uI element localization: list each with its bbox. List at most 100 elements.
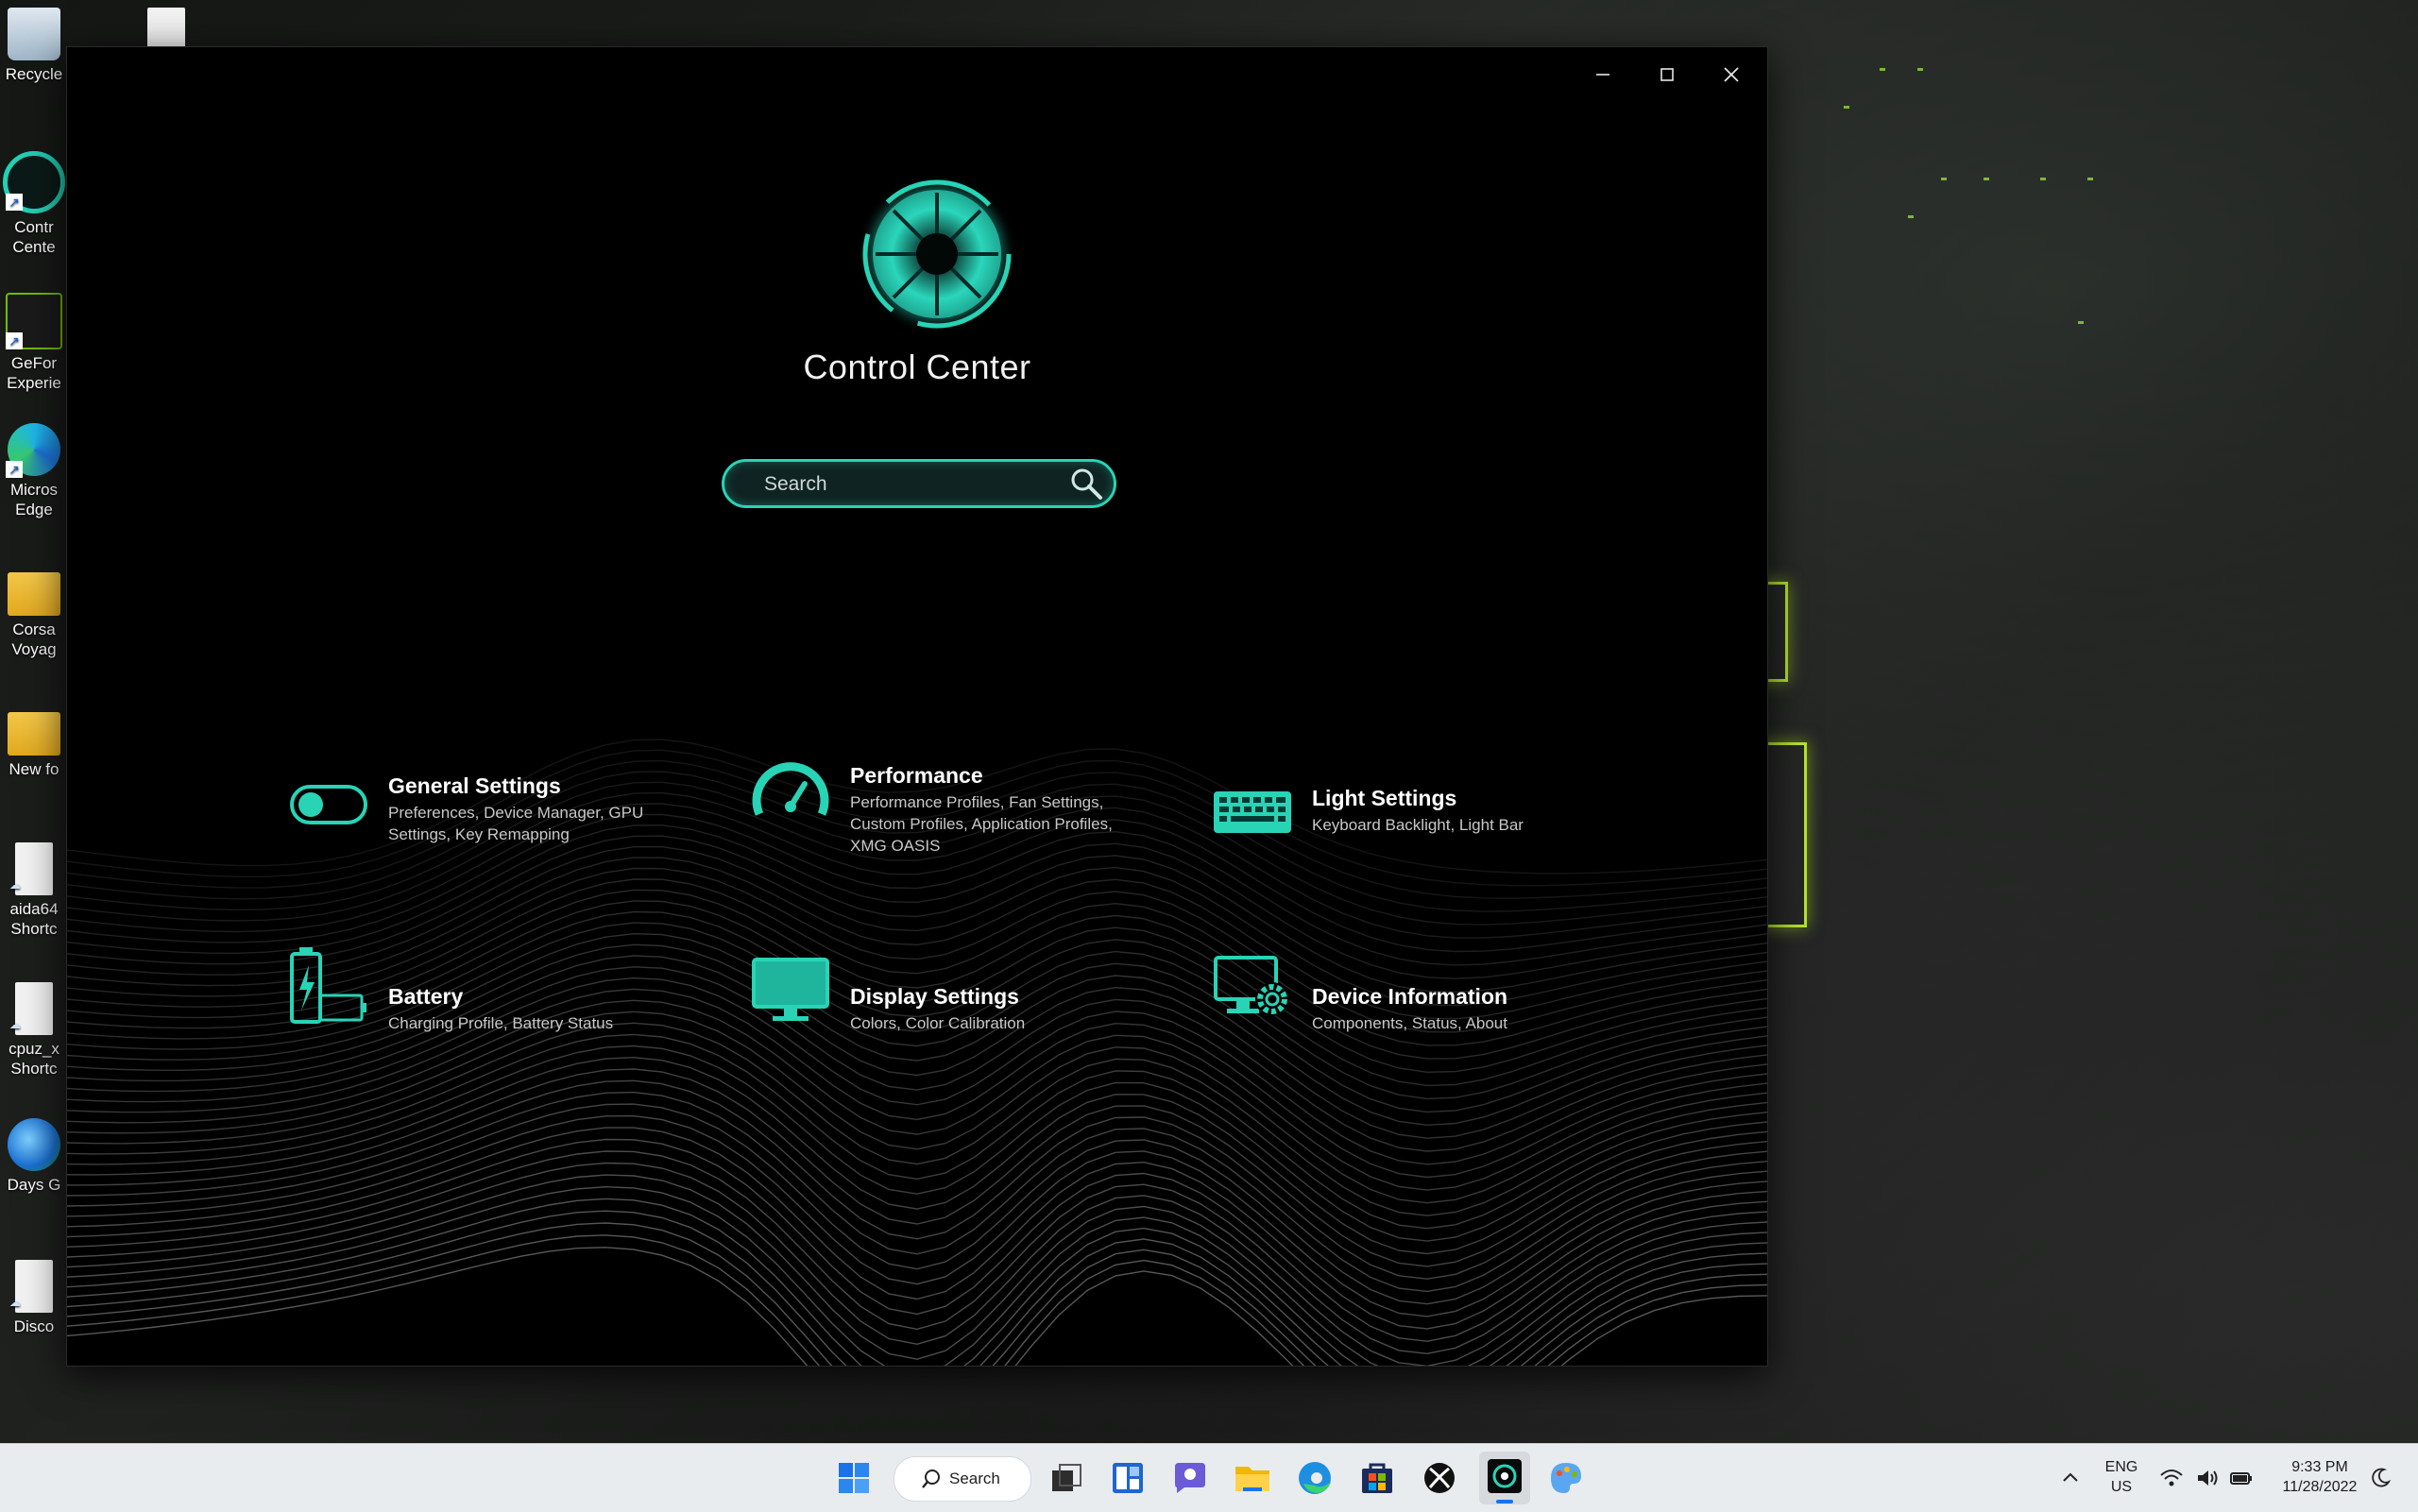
close-icon (1724, 67, 1739, 82)
desktop: Recycle ↗ Contr Cente ↗ GeFor Experie ↗ … (0, 0, 2418, 1443)
task-view-icon[interactable] (1045, 1457, 1086, 1499)
background-wave-line (67, 1127, 1767, 1330)
cloud-icon: ☁ (9, 1018, 21, 1031)
recycle-bin-icon (8, 8, 60, 60)
tile-title: Battery (388, 984, 464, 1009)
wallpaper-dot (1941, 178, 1947, 180)
background-wave-line (67, 1091, 1767, 1293)
background-wave-line (67, 1210, 1767, 1366)
background-wave-line (67, 1150, 1767, 1355)
taskbar-search-button[interactable]: Search (894, 1456, 1031, 1502)
clock[interactable]: 9:33 PM 11/28/2022 (2263, 1457, 2376, 1497)
battery-icon (290, 947, 366, 1024)
cloud-icon: ☁ (9, 1296, 21, 1309)
desktop-icon-recycle-bin[interactable]: Recycle (0, 8, 68, 84)
tile-light-settings[interactable]: Light Settings Keyboard Backlight, Light… (1212, 774, 1627, 878)
search-icon[interactable] (1068, 466, 1104, 501)
language-code: ENG (2104, 1459, 2138, 1475)
desktop-icon-discord[interactable]: ☁ Disco (0, 1260, 68, 1336)
minimize-button[interactable] (1576, 55, 1629, 93)
paint-icon[interactable] (1545, 1457, 1587, 1499)
control-center-icon (1488, 1459, 1522, 1493)
file-icon: ☁ (9, 1260, 53, 1313)
control-center-taskbar-button[interactable] (1479, 1452, 1530, 1504)
tile-description: Preferences, Device Manager, GPU Setting… (388, 804, 644, 843)
tile-description: Keyboard Backlight, Light Bar (1312, 816, 1524, 834)
tile-general-settings[interactable]: General Settings Preferences, Device Man… (288, 762, 704, 866)
control-center-icon: ↗ (3, 151, 65, 213)
control-center-window: Control Center General Settings Preferen… (66, 46, 1768, 1367)
monitor-gear-icon (1214, 956, 1289, 1016)
desktop-icon-label: Corsa Voyag (11, 620, 57, 658)
tile-description: Colors, Color Calibration (850, 1014, 1026, 1032)
desktop-icon-label: New fo (9, 760, 60, 778)
desktop-icon-label: Recycle (5, 65, 63, 83)
wifi-icon[interactable] (2159, 1467, 2184, 1489)
desktop-icon-label: Days G (7, 1176, 61, 1194)
volume-icon[interactable] (2195, 1467, 2220, 1489)
folder-icon (8, 572, 60, 616)
widgets-icon[interactable] (1107, 1457, 1149, 1499)
desktop-icon-label: GeFor Experie (7, 354, 61, 392)
show-hidden-icons-chevron-icon[interactable] (2059, 1467, 2082, 1489)
taskbar: Search ENG US 9:33 PM 11/28/2022 (0, 1443, 2418, 1512)
desktop-icon-folder[interactable]: Corsa Voyag (0, 563, 68, 659)
edge-browser-icon[interactable] (1294, 1457, 1336, 1499)
wallpaper-dot (2078, 321, 2084, 324)
tile-description: Components, Status, About (1312, 1014, 1507, 1032)
desktop-icon-control-center[interactable]: ↗ Contr Cente (0, 151, 68, 257)
tile-title: Light Settings (1312, 786, 1457, 810)
wallpaper-dot (1917, 68, 1923, 71)
wallpaper-dot (1908, 215, 1914, 218)
tile-performance[interactable]: Performance Performance Profiles, Fan Se… (750, 752, 1166, 856)
wallpaper-dot (2087, 178, 2093, 180)
wallpaper-dot (1880, 68, 1885, 71)
file-explorer-icon[interactable] (1232, 1457, 1273, 1499)
toggle-icon (290, 785, 367, 824)
xbox-icon[interactable] (1419, 1457, 1460, 1499)
tile-display-settings[interactable]: Display Settings Colors, Color Calibrati… (750, 944, 1166, 1048)
desktop-icon-new-folder[interactable]: New fo (0, 703, 68, 779)
battery-status-icon[interactable] (2229, 1467, 2254, 1489)
maximize-button[interactable] (1641, 55, 1694, 93)
focus-assist-moon-icon[interactable] (2369, 1467, 2392, 1489)
cloud-icon: ☁ (9, 878, 21, 892)
clock-date: 11/28/2022 (2282, 1479, 2358, 1495)
shortcut-arrow-icon: ↗ (6, 332, 23, 349)
desktop-icon-label: Contr Cente (12, 218, 56, 256)
desktop-icon-edge[interactable]: ↗ Micros Edge (0, 423, 68, 519)
control-center-logo-icon (862, 179, 1012, 329)
tile-description: Performance Profiles, Fan Settings, Cust… (850, 793, 1113, 855)
start-button-windows-icon[interactable] (833, 1457, 875, 1499)
nvidia-icon: ↗ (6, 293, 62, 349)
desktop-icon-label: aida64 Shortc (9, 900, 59, 938)
active-app-indicator (1496, 1500, 1513, 1504)
desktop-icon-days-gone[interactable]: Days G (0, 1118, 68, 1195)
desktop-icon-geforce-experience[interactable]: ↗ GeFor Experie (0, 293, 68, 393)
tile-battery[interactable]: Battery Charging Profile, Battery Status (288, 944, 704, 1048)
search-input[interactable] (762, 462, 1049, 507)
microsoft-store-icon[interactable] (1356, 1457, 1398, 1499)
chat-icon[interactable] (1169, 1457, 1211, 1499)
desktop-icon-aida64[interactable]: ☁ aida64 Shortc (0, 842, 68, 939)
tile-description: Charging Profile, Battery Status (388, 1014, 614, 1032)
desktop-icon-label: Disco (13, 1317, 55, 1335)
desktop-icon-cpuz[interactable]: ☁ cpuz_x Shortc (0, 982, 68, 1079)
desktop-icon-label: cpuz_x Shortc (9, 1040, 60, 1078)
app-title: Control Center (803, 348, 1031, 386)
monitor-icon (752, 958, 829, 1021)
tile-title: General Settings (388, 773, 561, 798)
close-button[interactable] (1705, 55, 1758, 93)
keyboard-icon (1214, 791, 1291, 833)
search-box[interactable] (722, 459, 1116, 508)
tile-title: Display Settings (850, 984, 1019, 1009)
input-language-indicator[interactable]: ENG US (2101, 1457, 2142, 1497)
file-icon: ☁ (9, 982, 53, 1035)
background-wave-line (67, 1114, 1767, 1317)
wallpaper-dot (1844, 106, 1849, 109)
search-icon (922, 1470, 940, 1488)
globe-icon (8, 1118, 60, 1171)
edge-icon: ↗ (6, 423, 60, 478)
desktop-icon-label: Micros Edge (9, 481, 59, 518)
tile-device-information[interactable]: Device Information Components, Status, A… (1212, 944, 1627, 1048)
